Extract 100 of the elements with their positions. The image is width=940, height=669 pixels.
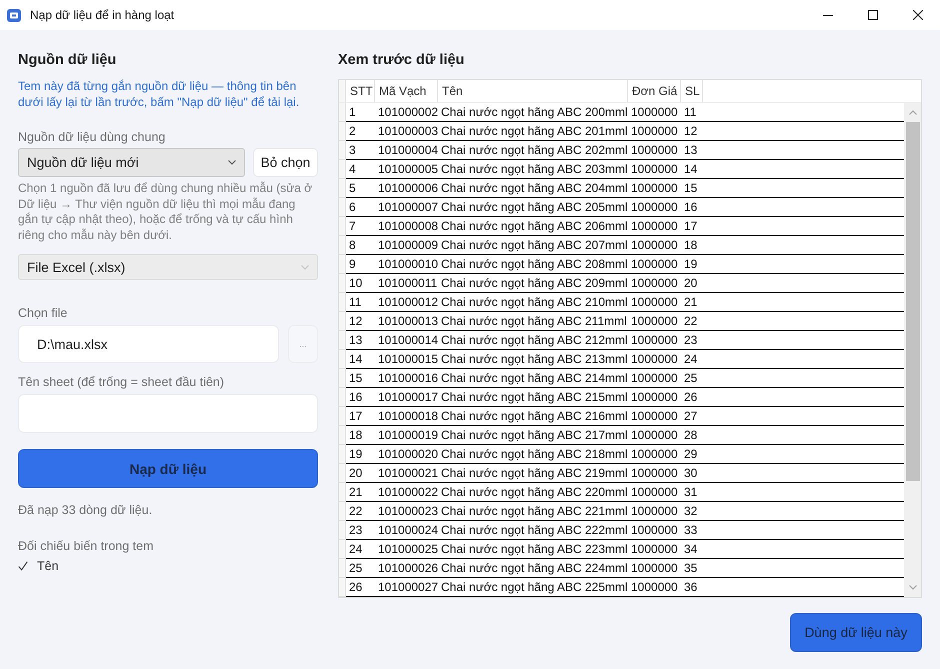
- scroll-down-icon[interactable]: [908, 585, 916, 590]
- table-cell-text: 1000000: [630, 275, 679, 292]
- table-cell-text: 12: [683, 123, 698, 140]
- table-cell-text: 1000000: [630, 408, 679, 425]
- field-label: Đối chiếu biến trong tem: [18, 538, 154, 554]
- scrollbar[interactable]: [904, 103, 921, 597]
- table-cell-text: 1000000: [630, 104, 679, 121]
- table-cell-text: 3: [348, 142, 357, 159]
- column-header[interactable]: SL: [681, 80, 703, 102]
- table-cell-text: 101000017: [377, 389, 438, 406]
- table-cell-text: 12: [348, 313, 364, 330]
- table-cell-text: 10: [348, 275, 364, 292]
- field-label: Tên sheet (để trống = sheet đầu tiên): [18, 374, 226, 390]
- table-cell-text: 1000000: [630, 446, 679, 463]
- table-cell-text: 35: [683, 560, 698, 577]
- table-cell-text: Chai nước ngọt hãng ABC 214mml: [440, 370, 628, 387]
- close-icon[interactable]: [912, 10, 922, 20]
- table-cell-text: 101000015: [377, 351, 438, 368]
- table-cell-text: Chai nước ngọt hãng ABC 203mml: [440, 161, 628, 178]
- table-cell-text: 34: [683, 541, 698, 558]
- table-cell-text: 2: [348, 123, 357, 140]
- table-cell-text: 1000000: [630, 465, 679, 482]
- table-cell-text: 1: [348, 104, 357, 121]
- table-cell-text: 19: [348, 446, 364, 463]
- clear-button[interactable]: Bỏ chọn: [253, 148, 318, 177]
- table-cell-text: 101000025: [377, 541, 438, 558]
- table-cell-text: 7: [348, 218, 357, 235]
- table-cell-text: Chai nước ngọt hãng ABC 225mml: [440, 579, 628, 596]
- table-cell-text: 1000000: [630, 123, 679, 140]
- table-cell-text: 101000020: [377, 446, 438, 463]
- source-dropdown[interactable]: Nguồn dữ liệu mới: [18, 148, 245, 177]
- column-header[interactable]: Đơn Giá: [628, 80, 681, 102]
- table-cell-text: Chai nước ngọt hãng ABC 215mml: [440, 389, 628, 406]
- table-cell-text: Chai nước ngọt hãng ABC 213mml: [440, 351, 628, 368]
- table-cell-text: 101000009: [377, 237, 438, 254]
- table-cell-text: 1000000: [630, 180, 679, 197]
- table-cell-text: 1000000: [630, 389, 679, 406]
- table-cell-text: Chai nước ngọt hãng ABC 224mml: [440, 560, 628, 577]
- file-path-field[interactable]: D:\mau.xlsx: [18, 325, 279, 363]
- table-cell-text: 1000000: [630, 579, 679, 596]
- column-header[interactable]: STT: [346, 80, 375, 102]
- table-cell-text: 101000019: [377, 427, 438, 444]
- table-cell-text: Chai nước ngọt hãng ABC 211mml: [440, 313, 628, 330]
- table-cell-text: 101000023: [377, 503, 438, 520]
- table-cell-text: Chai nước ngọt hãng ABC 209mml: [440, 275, 628, 292]
- scroll-up-icon[interactable]: [908, 110, 916, 115]
- table-cell-text: Chai nước ngọt hãng ABC 201mml: [440, 123, 628, 140]
- table-cell-text: 101000014: [377, 332, 438, 349]
- info-note: Tem này đã từng gắn nguồn dữ liệu — thông tin bên dưới lấy lại từ lần trước, bấm "Nạp dữ liệu" để tải lại.: [18, 78, 300, 110]
- table-cell-text: 1000000: [630, 294, 679, 311]
- window-title: Nạp dữ liệu để in hàng loạt: [30, 8, 174, 22]
- table-cell-text: 23: [348, 522, 364, 539]
- table-cell-text: Chai nước ngọt hãng ABC 219mml: [440, 465, 628, 482]
- table-cell-text: 15: [683, 180, 698, 197]
- table-cell-text: Chai nước ngọt hãng ABC 216mml: [440, 408, 628, 425]
- table-cell-text: 1000000: [630, 332, 679, 349]
- table-cell-text: 101000022: [377, 484, 438, 501]
- table-cell-text: Chai nước ngọt hãng ABC 218mml: [440, 446, 628, 463]
- table-cell-text: 9: [348, 256, 357, 273]
- table-cell-text: 16: [348, 389, 364, 406]
- field-label: Nguồn dữ liệu dùng chung: [18, 129, 166, 145]
- table-cell-text: 4: [348, 161, 357, 178]
- table-cell-text: 22: [348, 503, 364, 520]
- table-cell-text: 1000000: [630, 199, 679, 216]
- table-cell-text: 101000010: [377, 256, 438, 273]
- table-cell-text: 15: [348, 370, 364, 387]
- table-cell-text: 17: [348, 408, 364, 425]
- table-cell-text: 30: [683, 465, 698, 482]
- table-cell-text: 1000000: [630, 503, 679, 520]
- maximize-icon[interactable]: [868, 10, 878, 20]
- table-cell-text: 101000013: [377, 313, 438, 330]
- table-cell-text: 25: [348, 560, 364, 577]
- table-cell-text: Chai nước ngọt hãng ABC 204mml: [440, 180, 628, 197]
- table-cell-text: 1000000: [630, 427, 679, 444]
- table-cell-text: 1000000: [630, 484, 679, 501]
- field-label: Chọn file: [18, 305, 68, 321]
- column-header[interactable]: Tên: [438, 80, 628, 102]
- table-cell-text: 33: [683, 522, 698, 539]
- table-cell-text: 16: [683, 199, 698, 216]
- table-cell-text: 11: [683, 104, 698, 121]
- table-cell-text: Chai nước ngọt hãng ABC 222mml: [440, 522, 628, 539]
- table-cell-text: 101000012: [377, 294, 438, 311]
- table-cell-text: 101000024: [377, 522, 438, 539]
- table-cell-text: 20: [348, 465, 364, 482]
- column-header[interactable]: Mã Vạch: [375, 80, 438, 102]
- table-cell-text: 24: [683, 351, 698, 368]
- table-cell-text: 27: [683, 408, 698, 425]
- table-cell-text: 23: [683, 332, 698, 349]
- app-icon: [7, 8, 21, 22]
- table-cell-text: Chai nước ngọt hãng ABC 208mml: [440, 256, 628, 273]
- table-cell-text: 26: [683, 389, 698, 406]
- table-cell-text: 18: [683, 237, 698, 254]
- scrollbar-thumb[interactable]: [906, 122, 920, 481]
- table-cell-text: 101000027: [377, 579, 438, 596]
- table-cell-text: 17: [683, 218, 698, 235]
- table-cell-text: 21: [683, 294, 698, 311]
- table-cell-text: 28: [683, 427, 698, 444]
- hint-text: Chọn 1 nguồn đã lưu để dùng chung nhiều mẫu (sửa ở Dữ liệu → Thư viện nguồn dữ liệu thì mọi mẫu đang gắn tự cập nhật theo), hoặc để trống và tự cấu hình riêng cho mẫu này bên dưới.: [18, 181, 314, 243]
- table-cell-text: 101000008: [377, 218, 438, 235]
- table-cell-text: 1000000: [630, 351, 679, 368]
